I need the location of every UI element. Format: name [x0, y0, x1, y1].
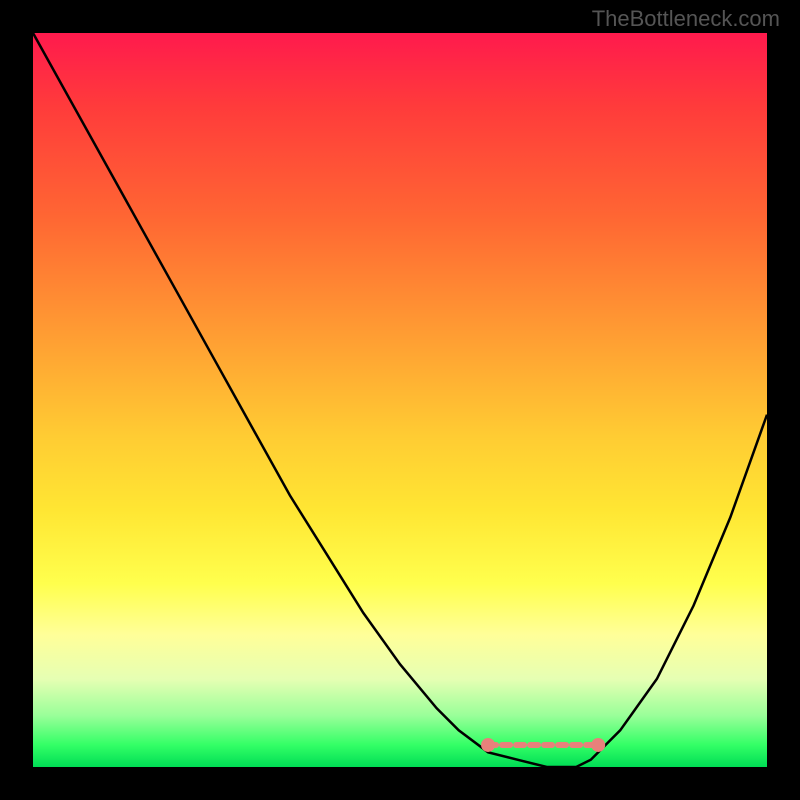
chart-svg	[33, 33, 767, 767]
optimal-zone-markers	[481, 738, 605, 752]
watermark-text: TheBottleneck.com	[592, 6, 780, 32]
bottleneck-curve	[33, 33, 767, 767]
